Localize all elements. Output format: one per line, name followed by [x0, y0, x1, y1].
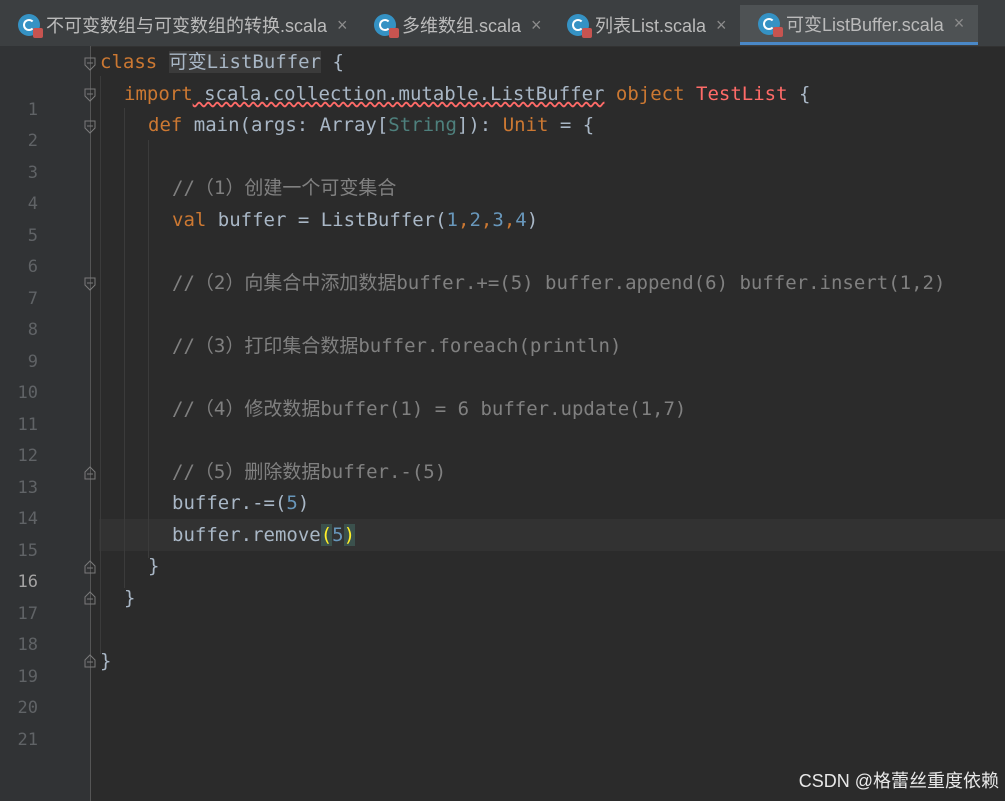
code-text: ): [526, 209, 539, 231]
keyword: class: [100, 51, 158, 73]
close-icon[interactable]: ×: [954, 13, 965, 34]
type-name: String: [388, 114, 457, 136]
tab-multidimensional-array[interactable]: 多维数组.scala ×: [356, 5, 556, 45]
keyword: object: [615, 83, 685, 105]
line-number: 1: [27, 100, 38, 120]
code-text: : Array[: [296, 114, 389, 136]
line-number: 6: [27, 257, 38, 277]
close-icon[interactable]: ×: [531, 15, 542, 36]
fold-collapse-icon[interactable]: [84, 277, 96, 291]
keyword: val: [172, 209, 207, 231]
line-number: 3: [27, 163, 38, 183]
tab-immutable-mutable-array-conversion[interactable]: 不可变数组与可变数组的转换.scala ×: [0, 5, 362, 45]
object-name: TestList: [696, 83, 788, 105]
fold-collapse-icon[interactable]: [84, 120, 96, 134]
line-number: 12: [17, 446, 38, 466]
line-number: 9: [27, 352, 38, 372]
editor-tab-bar: 不可变数组与可变数组的转换.scala × 多维数组.scala × 列表Lis…: [0, 0, 1005, 47]
tab-label: 不可变数组与可变数组的转换.scala: [46, 16, 328, 36]
parameter-name: args: [251, 114, 297, 136]
scala-file-icon: [374, 14, 399, 38]
watermark: CSDN @格蕾丝重度依赖: [798, 771, 999, 791]
close-icon[interactable]: ×: [716, 15, 727, 36]
code-line-15: buffer.-=(5): [172, 491, 309, 515]
method-name: main: [193, 114, 240, 136]
number: 2: [469, 209, 481, 231]
line-number-current: 16: [17, 572, 38, 592]
line-number: 14: [17, 509, 38, 529]
line-number: 18: [17, 635, 38, 655]
line-number: 4: [27, 194, 38, 214]
tab-list[interactable]: 列表List.scala ×: [549, 5, 741, 45]
indent-guide: [124, 108, 125, 588]
line-number: 5: [27, 226, 38, 246]
fold-end-icon[interactable]: [84, 560, 96, 574]
number: 5: [286, 492, 298, 514]
class-name: 可变ListBuffer: [168, 51, 322, 73]
line-number: 10: [17, 383, 38, 403]
code-text: {: [787, 83, 811, 105]
code-line-17: }: [148, 555, 160, 577]
code-text: = {: [548, 114, 595, 136]
scala-file-icon: [567, 14, 592, 38]
number: 1: [446, 209, 458, 231]
code-text: (: [239, 114, 251, 136]
type-name: Unit: [502, 114, 549, 136]
code-text: buffer = ListBuffer(: [206, 209, 447, 231]
code-line-2: import scala.collection.mutable.ListBuff…: [124, 82, 810, 106]
indent-guide: [148, 140, 149, 558]
line-number: 11: [17, 415, 38, 435]
line-number: 15: [17, 541, 38, 561]
fold-end-icon[interactable]: [84, 466, 96, 480]
code-line-12: //（4）修改数据buffer(1) = 6 buffer.update(1,7…: [172, 398, 687, 420]
code-text: {: [321, 51, 344, 73]
line-number: 13: [17, 478, 38, 498]
brace-match-highlight: ): [343, 524, 356, 546]
keyword: def: [148, 114, 183, 136]
code-line-8: //（2）向集合中添加数据buffer.+=(5) buffer.append(…: [172, 272, 946, 294]
code-line-20: }: [100, 650, 112, 672]
code-text: ]):: [456, 114, 503, 136]
fold-end-icon[interactable]: [84, 654, 96, 668]
tab-label: 可变ListBuffer.scala: [786, 14, 944, 35]
code-text: buffer.-=(: [172, 492, 287, 514]
fold-collapse-icon[interactable]: [84, 88, 96, 102]
number: 3: [492, 209, 504, 231]
number: 4: [515, 209, 527, 231]
line-number: 20: [17, 698, 38, 718]
line-number: 21: [17, 730, 38, 750]
code-text: scala.collection.mutable.ListBuffer: [192, 83, 605, 105]
code-text: ): [297, 492, 310, 514]
close-icon[interactable]: ×: [337, 15, 348, 36]
code-line-10: //（3）打印集合数据buffer.foreach(println): [172, 335, 622, 357]
fold-collapse-icon[interactable]: [84, 57, 96, 71]
code-line-18: }: [124, 587, 136, 609]
line-number: 19: [17, 667, 38, 687]
line-number: 2: [27, 131, 38, 151]
line-number: 8: [27, 320, 38, 340]
indent-guide: [100, 76, 101, 654]
tab-mutable-listbuffer[interactable]: 可变ListBuffer.scala ×: [740, 5, 979, 45]
tab-label: 列表List.scala: [595, 16, 707, 36]
scala-file-icon: [18, 14, 43, 38]
code-text: buffer.remove: [172, 524, 321, 546]
code-line-3: def main(args: Array[String]): Unit = {: [148, 113, 594, 137]
brace-match-highlight: (: [320, 524, 333, 546]
code-line-6: val buffer = ListBuffer(1,2,3,4): [172, 209, 539, 231]
code-line-1: class 可变ListBuffer {: [100, 50, 344, 74]
line-number: 17: [17, 604, 38, 624]
code-line-16: buffer.remove(5): [172, 523, 356, 547]
scala-file-icon: [758, 12, 783, 37]
keyword: import: [124, 83, 193, 105]
line-number: 7: [27, 289, 38, 309]
tab-label: 多维数组.scala: [402, 16, 522, 36]
code-line-14: //（5）删除数据buffer.-(5): [172, 461, 447, 483]
fold-end-icon[interactable]: [84, 591, 96, 605]
number: 5: [332, 524, 344, 546]
line-number-gutter[interactable]: 1 2 3 4 5 6 7 8 9 10 11 12 13 14 15 16 1…: [0, 46, 91, 801]
code-line-5: //（1）创建一个可变集合: [172, 177, 397, 199]
